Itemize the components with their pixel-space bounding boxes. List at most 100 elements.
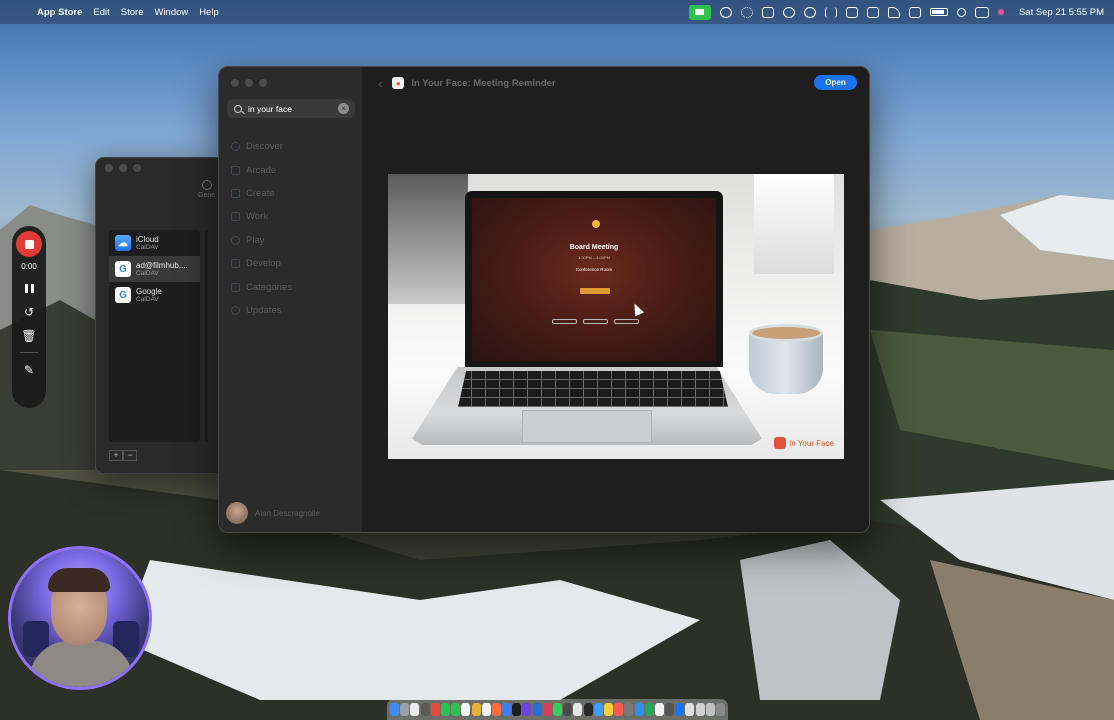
finder-icon[interactable] (390, 703, 399, 716)
trash-button[interactable]: 🗑 (21, 329, 36, 343)
app-icon[interactable] (573, 703, 583, 716)
sidebar-item-updates[interactable]: Updates (231, 299, 292, 322)
control-center-icon[interactable] (974, 6, 989, 18)
window-icon[interactable] (845, 6, 858, 18)
search-icon[interactable] (956, 7, 966, 17)
notes-icon[interactable] (471, 703, 481, 716)
scanner-icon[interactable] (866, 6, 879, 18)
app-icon[interactable] (420, 703, 430, 716)
gear-icon[interactable] (740, 6, 753, 18)
app-icon[interactable] (603, 703, 613, 716)
pen-button[interactable]: ✎ (22, 363, 36, 377)
siri-icon[interactable] (997, 9, 1004, 15)
pause-button[interactable] (22, 281, 36, 295)
facetime-icon[interactable] (688, 4, 711, 20)
detail-titlebar: ‹ ● In Your Face: Meeting Reminder (362, 67, 869, 99)
document-icon[interactable] (685, 703, 695, 716)
app-icon[interactable] (542, 703, 552, 716)
webcam-overlay[interactable] (8, 546, 152, 690)
sidebar-item-label: Develop (246, 258, 281, 270)
back-chevron-icon[interactable]: ‹ (378, 76, 382, 91)
fork-icon[interactable] (824, 6, 837, 18)
account-row[interactable]: ☁ iCloud CalDAV (109, 230, 200, 256)
screens-icon[interactable] (782, 6, 795, 18)
app-icon[interactable] (553, 703, 562, 716)
sidebar-item-categories[interactable]: Categories (231, 275, 292, 298)
remove-account-button[interactable]: − (123, 450, 137, 461)
open-button[interactable]: Open (814, 75, 857, 90)
add-account-button[interactable]: + (109, 450, 123, 461)
pen-icon[interactable] (887, 6, 900, 18)
gear-icon (201, 180, 212, 190)
zoom-icon[interactable] (133, 164, 141, 172)
menu-clock[interactable]: Sat Sep 21 5:55 PM (1019, 7, 1104, 18)
close-icon[interactable] (231, 79, 239, 87)
clear-search-icon[interactable]: × (338, 103, 349, 114)
trash-icon[interactable] (716, 703, 725, 716)
app-icon[interactable] (624, 703, 634, 716)
calendar-icon[interactable] (461, 703, 471, 716)
app-icon[interactable] (522, 703, 532, 716)
app-icon[interactable] (563, 703, 573, 716)
app-icon[interactable] (665, 703, 675, 716)
menu-app-name[interactable]: App Store (37, 7, 82, 18)
account-row[interactable]: G Google CalDAV (109, 282, 200, 308)
chat-icon[interactable] (803, 6, 816, 18)
menu-help[interactable]: Help (199, 7, 219, 18)
app-icon[interactable] (502, 703, 512, 716)
app-screenshot[interactable]: Board Meeting 3:00PM – 4:00PM Conference… (388, 174, 844, 459)
sidebar-item-develop[interactable]: Develop (231, 252, 292, 275)
general-tab[interactable]: Gene (198, 180, 215, 199)
minimize-icon[interactable] (245, 79, 253, 87)
stop-recording-button[interactable] (16, 231, 42, 257)
battery-icon[interactable] (929, 8, 948, 16)
sidebar-item-work[interactable]: Work (231, 205, 292, 228)
document-icon[interactable] (705, 703, 715, 716)
app-icon[interactable] (654, 703, 664, 716)
terminal-icon[interactable] (512, 703, 522, 716)
download-icon (231, 305, 240, 315)
menu-window[interactable]: Window (154, 7, 188, 18)
status-area: Sat Sep 21 5:55 PM (688, 0, 1104, 24)
app-icon[interactable] (675, 703, 685, 716)
brand-label: In Your Face (789, 438, 834, 448)
calendar-settings-window[interactable]: Gene ☁ iCloud CalDAV G ad@filmhub.... Ca… (95, 157, 225, 474)
restart-button[interactable]: ↺ (22, 305, 36, 319)
sidebar-item-create[interactable]: Create (231, 182, 292, 205)
document-icon[interactable] (695, 703, 705, 716)
app-icon[interactable] (644, 703, 654, 716)
app-icon[interactable] (634, 703, 644, 716)
app-store-icon[interactable] (532, 703, 542, 716)
sidebar-item-label: Create (246, 187, 275, 199)
messages-icon[interactable] (440, 703, 450, 716)
minimize-icon[interactable] (119, 164, 127, 172)
joystick-icon (231, 165, 240, 175)
sidebar-item-arcade[interactable]: Arcade (231, 158, 292, 181)
zoom-icon[interactable] (259, 79, 267, 87)
account-type: CalDAV (136, 244, 159, 251)
accounts-list[interactable]: ☁ iCloud CalDAV G ad@filmhub.... CalDAV … (109, 230, 200, 442)
app-icon[interactable] (614, 703, 624, 716)
account-row[interactable]: G ad@filmhub.... CalDAV (109, 256, 200, 282)
account-profile[interactable]: Alan Descragnolle (226, 502, 320, 524)
close-icon[interactable] (105, 164, 113, 172)
app-store-window[interactable]: in your face × Discover Arcade Create Wo… (218, 66, 870, 533)
sidebar-item-play[interactable]: Play (231, 229, 292, 252)
onepassword-icon[interactable] (719, 6, 732, 18)
menu-edit[interactable]: Edit (93, 7, 109, 18)
app-icon[interactable] (583, 703, 593, 716)
app-icon[interactable] (593, 703, 603, 716)
reminders-icon[interactable] (481, 703, 491, 716)
facetime-icon[interactable] (451, 703, 461, 716)
app-icon[interactable] (430, 703, 440, 716)
sidebar-item-discover[interactable]: Discover (231, 135, 292, 158)
display-icon[interactable] (908, 6, 921, 18)
launchpad-icon[interactable] (400, 703, 410, 716)
meeting-location: Conference Room (575, 267, 613, 272)
notion-icon[interactable] (761, 6, 774, 18)
safari-icon[interactable] (410, 703, 420, 716)
search-field[interactable]: in your face × (227, 99, 355, 118)
menu-store[interactable]: Store (121, 7, 144, 18)
search-input[interactable]: in your face (248, 104, 338, 114)
app-icon[interactable] (491, 703, 501, 716)
